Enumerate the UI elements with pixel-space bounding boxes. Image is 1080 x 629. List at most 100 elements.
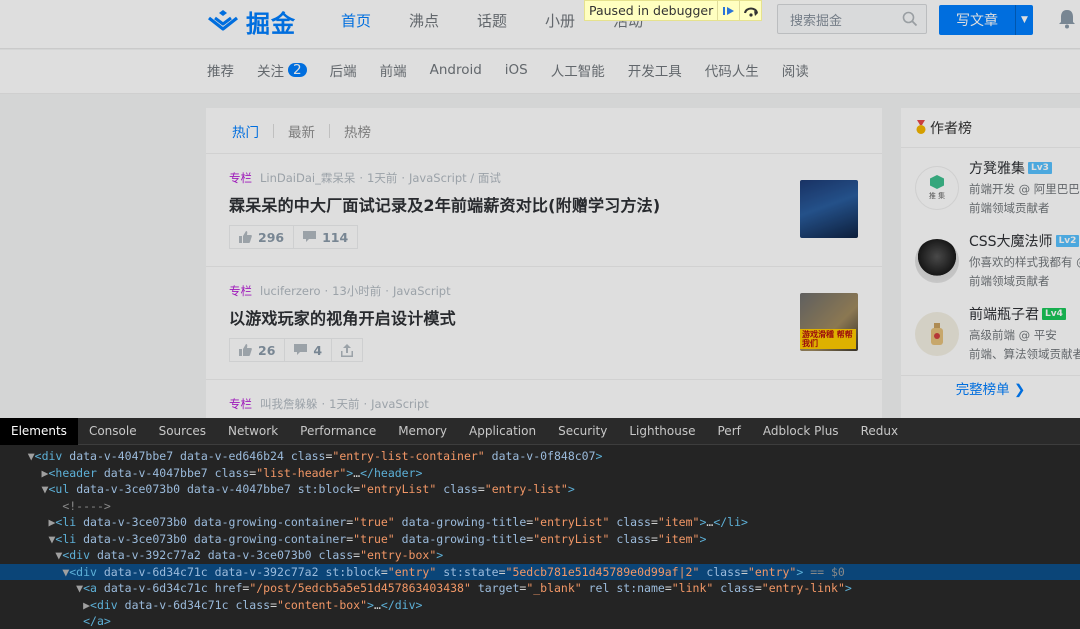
entry-author[interactable]: 叫我詹躲躲: [260, 396, 318, 412]
column-tag[interactable]: 专栏: [229, 396, 252, 412]
entry-meta: 专栏 luciferzero · 13小时前 · JavaScript: [229, 283, 451, 299]
category-ai[interactable]: 人工智能: [551, 60, 605, 80]
dom-node[interactable]: ▼<li data-v-3ce073b0 data-growing-contai…: [0, 531, 1080, 548]
step-over-icon[interactable]: [739, 1, 761, 20]
author-name[interactable]: 方凳雅集: [969, 158, 1025, 178]
dom-node[interactable]: </a>: [0, 613, 1080, 629]
dom-tree: ▼<div data-v-4047bbe7 data-v-ed646b24 cl…: [0, 445, 1080, 629]
category-recommend-label: 推荐: [207, 64, 234, 80]
search-icon[interactable]: [902, 11, 918, 27]
devtools-tab-adblock[interactable]: Adblock Plus: [752, 418, 850, 445]
category-reading[interactable]: 阅读: [782, 60, 809, 80]
write-article-button[interactable]: 写文章 ▼: [939, 5, 1033, 35]
like-button[interactable]: 26: [229, 338, 286, 362]
devtools-tab-network[interactable]: Network: [217, 418, 289, 445]
chevron-right-icon: ❯: [1013, 382, 1026, 398]
devtools-tab-memory[interactable]: Memory: [387, 418, 458, 445]
bell-icon[interactable]: [1057, 8, 1077, 30]
dom-node[interactable]: <!---->: [0, 498, 1080, 515]
nav-pins[interactable]: 沸点: [409, 10, 439, 31]
category-code-life[interactable]: 代码人生: [705, 60, 759, 80]
nav-home[interactable]: 首页: [341, 10, 371, 31]
column-tag[interactable]: 专栏: [229, 283, 252, 299]
entry-title[interactable]: 以游戏玩家的视角开启设计模式: [229, 305, 882, 329]
tab-hot[interactable]: 热门: [232, 121, 259, 141]
category-following[interactable]: 关注 2: [257, 60, 307, 80]
devtools-tab-application[interactable]: Application: [458, 418, 547, 445]
dom-node[interactable]: ▼<div data-v-392c77a2 data-v-3ce073b0 cl…: [0, 547, 1080, 564]
avatar[interactable]: [915, 239, 959, 283]
share-icon: [341, 343, 354, 357]
devtools-tab-lighthouse[interactable]: Lighthouse: [618, 418, 706, 445]
devtools-tab-console[interactable]: Console: [78, 418, 148, 445]
dom-node[interactable]: ▼<div data-v-4047bbe7 data-v-ed646b24 cl…: [0, 448, 1080, 465]
entry-tags[interactable]: JavaScript: [371, 397, 429, 411]
entry-author[interactable]: LinDaiDai_霖呆呆: [260, 170, 355, 186]
chevron-down-icon[interactable]: ▼: [1015, 5, 1033, 35]
devtools-tab-perf[interactable]: Perf: [707, 418, 752, 445]
entry-thumbnail[interactable]: 游戏滑稽 帮帮我们: [800, 293, 858, 351]
like-button[interactable]: 296: [229, 225, 295, 249]
entry-tags[interactable]: JavaScript / 面试: [409, 170, 501, 186]
author-name[interactable]: CSS大魔法师: [969, 231, 1053, 251]
author-item[interactable]: CSS大魔法师 Lv2 你喜欢的样式我都有 @ 前端领域贡献者: [901, 221, 1080, 294]
thumbnail-caption: 游戏滑稽 帮帮我们: [800, 329, 856, 349]
following-count-badge: 2: [288, 63, 307, 77]
share-button[interactable]: [332, 338, 364, 362]
entry-tags[interactable]: JavaScript: [393, 284, 451, 298]
entry-time: 13小时前: [332, 284, 382, 298]
entry-time: 1天前: [367, 171, 398, 185]
entry-item[interactable]: 专栏 叫我詹躲躲 · 1天前 · JavaScript: [206, 380, 882, 418]
logo[interactable]: 掘金: [206, 5, 296, 38]
avatar[interactable]: 推 集: [915, 166, 959, 210]
dom-node[interactable]: ▼<a data-v-6d34c71c href="/post/5edcb5a5…: [0, 580, 1080, 597]
category-android[interactable]: Android: [430, 62, 482, 78]
category-following-label: 关注: [257, 64, 284, 80]
avatar[interactable]: [915, 312, 959, 356]
thumbs-up-icon: [239, 231, 252, 243]
author-name[interactable]: 前端瓶子君: [969, 304, 1039, 324]
category-devtools[interactable]: 开发工具: [628, 60, 682, 80]
tab-latest[interactable]: 最新: [288, 121, 315, 141]
tab-divider: [329, 123, 330, 138]
category-ios[interactable]: iOS: [505, 62, 528, 78]
devtools-tab-performance[interactable]: Performance: [289, 418, 387, 445]
nav-books[interactable]: 小册: [545, 10, 575, 31]
author-item[interactable]: 推 集 方凳雅集 Lv3 前端开发 @ 阿里巴巴 前端领域贡献者: [901, 148, 1080, 221]
top-header: 掘金 首页 沸点 话题 小册 活动 搜索掘金 写文章 ▼: [0, 0, 1080, 49]
category-recommend[interactable]: 推荐: [207, 60, 234, 80]
dom-node[interactable]: ▶<div data-v-6d34c71c class="content-box…: [0, 597, 1080, 614]
entry-thumbnail[interactable]: [800, 180, 858, 238]
debugger-text: Paused in debugger: [589, 3, 714, 18]
dom-node[interactable]: ▼<ul data-v-3ce073b0 data-v-4047bbe7 st:…: [0, 481, 1080, 498]
author-item[interactable]: 前端瓶子君 Lv4 高级前端 @ 平安 前端、算法领域贡献者: [901, 294, 1080, 367]
bottle-icon: [931, 323, 943, 345]
dom-node[interactable]: ▶<header data-v-4047bbe7 class="list-hea…: [0, 465, 1080, 482]
tab-trending[interactable]: 热榜: [344, 121, 371, 141]
nav-topics[interactable]: 话题: [477, 10, 507, 31]
entry-item[interactable]: 专栏 luciferzero · 13小时前 · JavaScript 以游戏玩家的…: [206, 267, 882, 380]
devtools-tab-security[interactable]: Security: [547, 418, 618, 445]
column-tag[interactable]: 专栏: [229, 170, 252, 186]
dom-node[interactable]: ▶<li data-v-3ce073b0 data-growing-contai…: [0, 514, 1080, 531]
comment-button[interactable]: 4: [285, 338, 333, 362]
medal-icon: [916, 120, 926, 134]
dom-node-selected[interactable]: ▼<div data-v-6d34c71c data-v-392c77a2 st…: [0, 563, 1080, 580]
comment-button[interactable]: 114: [294, 225, 359, 249]
entry-title[interactable]: 霖呆呆的中大厂面试记录及2年前端薪资对比(附赠学习方法): [229, 192, 882, 216]
devtools-tab-elements[interactable]: Elements: [0, 417, 78, 445]
entry-item[interactable]: 专栏 LinDaiDai_霖呆呆 · 1天前 · JavaScript / 面试 霖…: [206, 154, 882, 267]
entry-author[interactable]: luciferzero: [260, 284, 320, 298]
resume-icon[interactable]: [717, 1, 739, 20]
search-input[interactable]: 搜索掘金: [777, 4, 927, 34]
author-ranking-header: 作者榜: [901, 108, 1080, 148]
category-frontend[interactable]: 前端: [380, 60, 407, 80]
devtools-tab-sources[interactable]: Sources: [148, 418, 217, 445]
full-ranking-link[interactable]: 完整榜单 ❯: [901, 378, 1080, 398]
author-ranking-panel: 作者榜 推 集 方凳雅集 Lv3 前端开发 @ 阿里巴巴 前端领域贡献者 CSS大…: [901, 108, 1080, 418]
avatar-caption: 推 集: [928, 192, 946, 200]
category-backend[interactable]: 后端: [330, 60, 357, 80]
debugger-paused-banner: Paused in debugger: [584, 0, 763, 21]
author-ranking-title: 作者榜: [930, 120, 972, 137]
devtools-tab-redux[interactable]: Redux: [850, 418, 910, 445]
